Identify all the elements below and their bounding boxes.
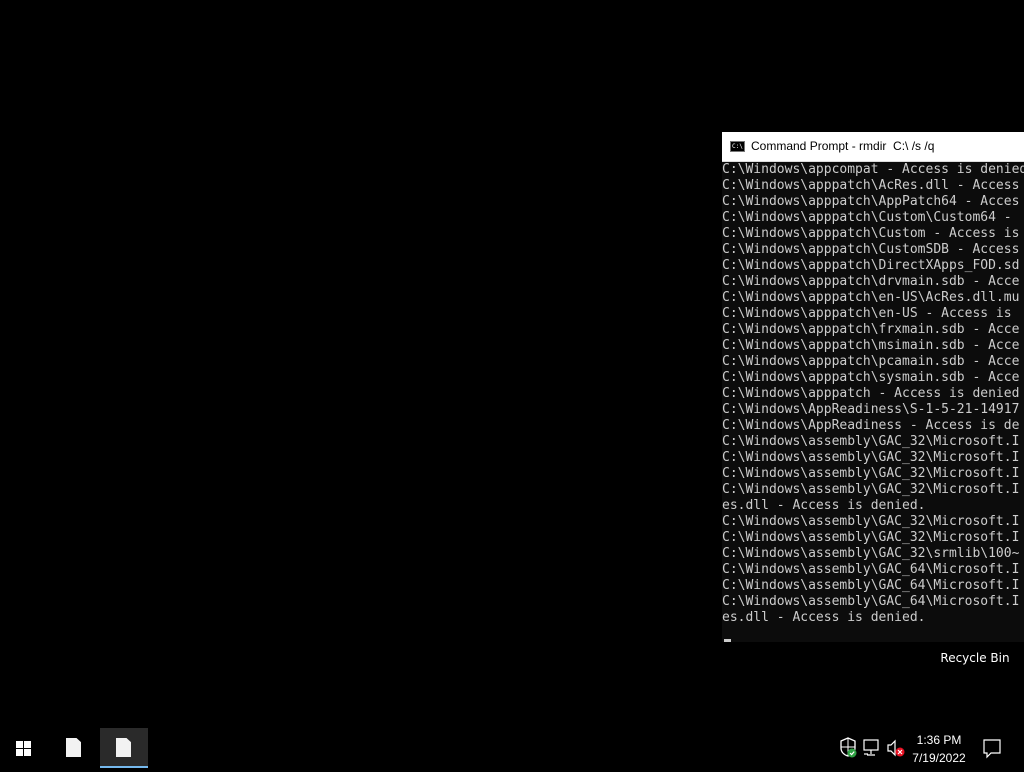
console-line: C:\Windows\appcompat - Access is denied. — [722, 162, 1024, 177]
taskbar: 1:36 PM 7/19/2022 — [0, 728, 1024, 768]
console-line: C:\Windows\apppatch\drvmain.sdb - Acce — [722, 274, 1020, 289]
console-line: es.dll - Access is denied. — [722, 498, 926, 513]
console-line: C:\Windows\apppatch\Custom\Custom64 - — [722, 210, 1020, 225]
recycle-bin-label: Recycle Bin — [940, 651, 1010, 665]
console-line: C:\Windows\assembly\GAC_64\Microsoft.I — [722, 562, 1020, 577]
console-line: C:\Windows\apppatch\sysmain.sdb - Acce — [722, 370, 1020, 385]
shield-check-icon[interactable] — [838, 728, 858, 768]
console-line: C:\Windows\apppatch\AcRes.dll - Access — [722, 178, 1020, 193]
console-line: C:\Windows\apppatch\en-US\AcRes.dll.mu — [722, 290, 1020, 305]
volume-muted-icon[interactable] — [885, 728, 907, 768]
console-line: C:\Windows\apppatch\Custom - Access is — [722, 226, 1020, 241]
console-line: C:\Windows\apppatch\DirectXApps_FOD.sd — [722, 258, 1020, 273]
console-line: C:\Windows\assembly\GAC_32\Microsoft.I — [722, 450, 1020, 465]
console-line: C:\Windows\AppReadiness\S-1-5-21-14917 — [722, 402, 1020, 417]
taskbar-clock[interactable]: 1:36 PM 7/19/2022 — [906, 731, 972, 767]
console-line: C:\Windows\assembly\GAC_64\Microsoft.I — [722, 578, 1020, 593]
console-line: C:\Windows\assembly\GAC_32\Microsoft.I — [722, 482, 1020, 497]
start-button[interactable] — [0, 728, 48, 768]
console-line: C:\Windows\apppatch\en-US - Access is — [722, 306, 1020, 321]
console-line: C:\Windows\assembly\GAC_32\srmlib\100~ — [722, 546, 1020, 561]
window-titlebar[interactable]: C:\ Command Prompt - rmdir C:\ /s /q — [722, 132, 1024, 162]
console-line: C:\Windows\assembly\GAC_32\Microsoft.I — [722, 434, 1020, 449]
console-line: C:\Windows\apppatch\CustomSDB - Access — [722, 242, 1020, 257]
notifications-icon[interactable] — [980, 728, 1004, 768]
document-icon — [66, 738, 81, 757]
console-line: C:\Windows\assembly\GAC_32\Microsoft.I — [722, 514, 1020, 529]
network-icon[interactable] — [862, 728, 882, 768]
console-output[interactable]: C:\Windows\appcompat - Access is denied.… — [722, 162, 1024, 642]
command-prompt-window[interactable]: C:\ Command Prompt - rmdir C:\ /s /q C:\… — [722, 132, 1024, 642]
desktop: Recycle Bin C:\ Command Prompt - rmdir C… — [0, 0, 1024, 728]
command-prompt-icon: C:\ — [730, 141, 745, 152]
taskbar-app-button[interactable] — [50, 728, 98, 768]
console-line: C:\Windows\apppatch\msimain.sdb - Acce — [722, 338, 1020, 353]
console-line: C:\Windows\assembly\GAC_64\Microsoft.I — [722, 594, 1020, 609]
windows-logo-icon — [16, 741, 32, 756]
taskbar-app-button-active[interactable] — [100, 728, 148, 768]
console-line: C:\Windows\AppReadiness - Access is de — [722, 418, 1020, 433]
clock-date: 7/19/2022 — [912, 751, 966, 765]
console-line: C:\Windows\apppatch\AppPatch64 - Acces — [722, 194, 1020, 209]
document-icon — [116, 738, 131, 757]
text-cursor — [724, 639, 731, 642]
window-title: Command Prompt - rmdir C:\ /s /q — [751, 139, 935, 153]
console-line: C:\Windows\assembly\GAC_32\Microsoft.I — [722, 466, 1020, 481]
console-line: C:\Windows\assembly\GAC_32\Microsoft.I — [722, 530, 1020, 545]
console-line: C:\Windows\apppatch\pcamain.sdb - Acce — [722, 354, 1020, 369]
clock-time: 1:36 PM — [916, 733, 962, 747]
console-line: C:\Windows\apppatch\frxmain.sdb - Acce — [722, 322, 1020, 337]
console-line: C:\Windows\apppatch - Access is denied — [722, 386, 1020, 401]
console-line: es.dll - Access is denied. — [722, 610, 926, 625]
